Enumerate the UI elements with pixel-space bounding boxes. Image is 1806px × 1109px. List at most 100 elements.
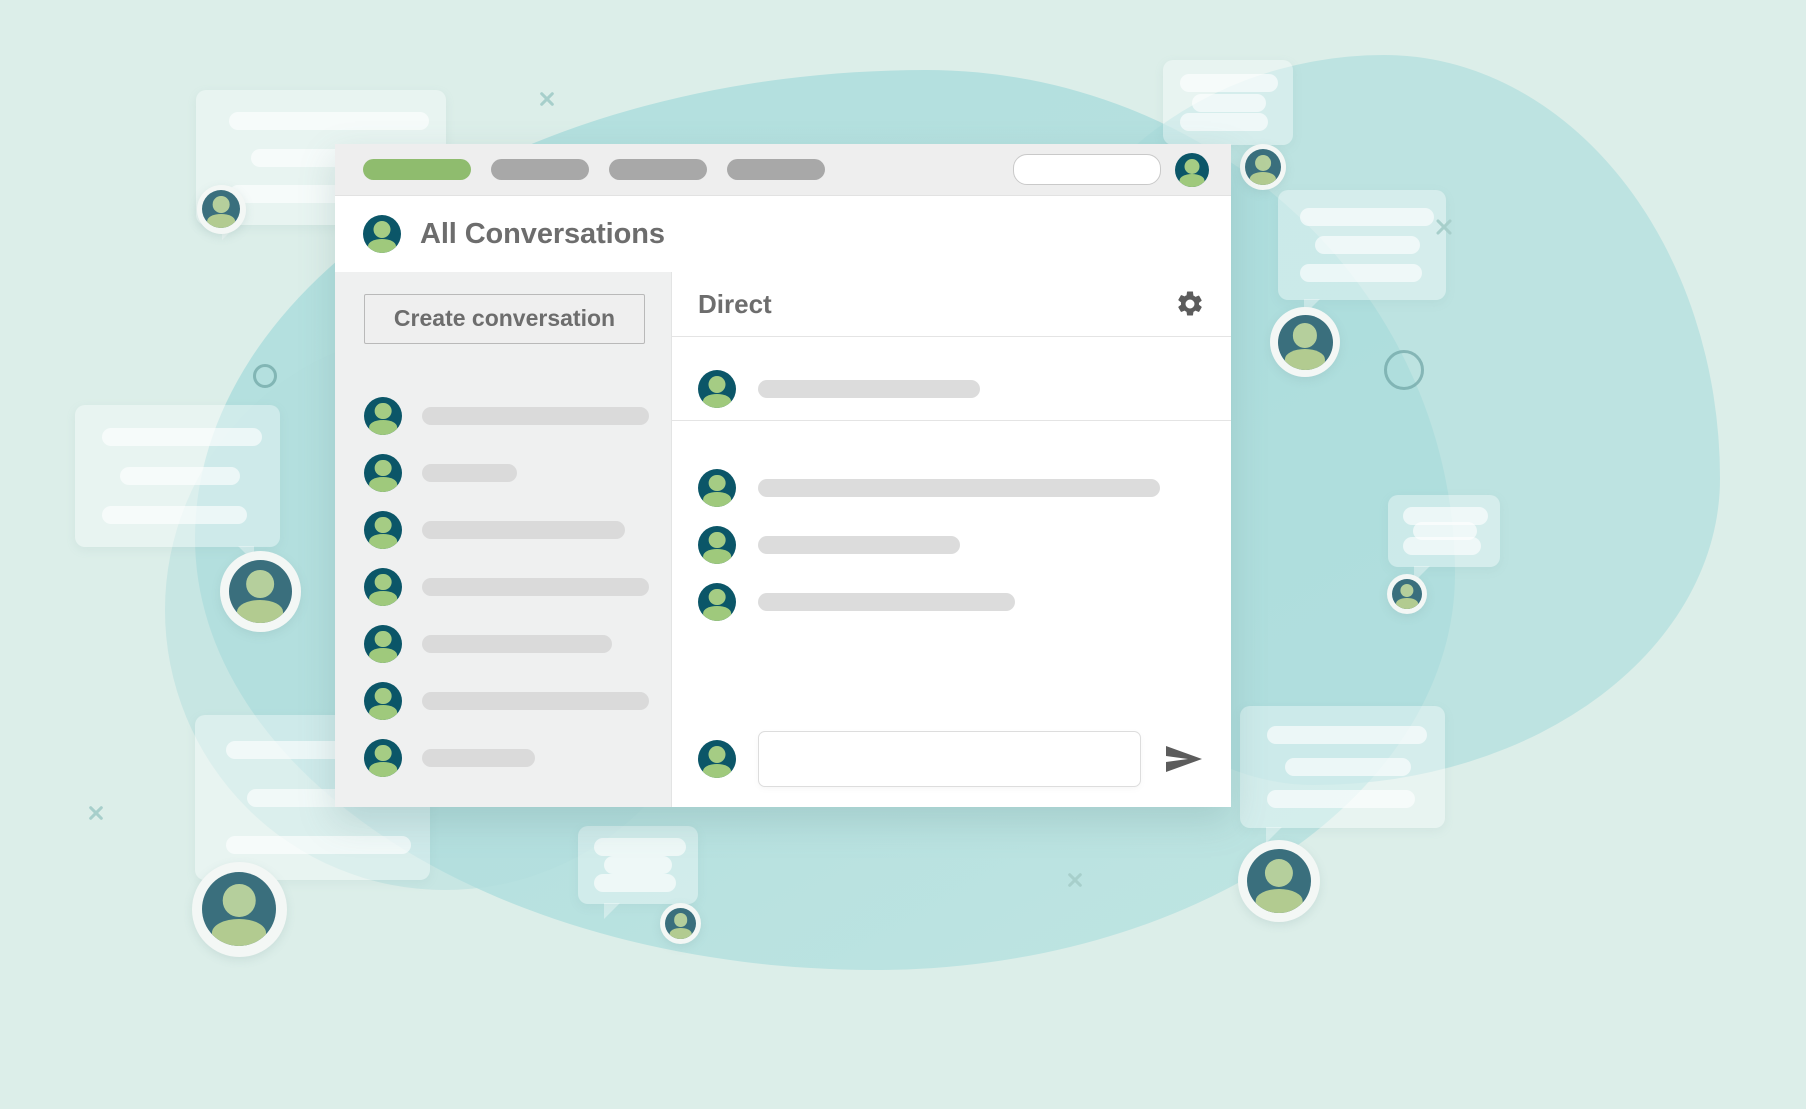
- deco-bubble-bottom-right: [1240, 706, 1445, 843]
- sidebar-item-label-placeholder: [422, 748, 535, 767]
- deco-text-line: [101, 427, 262, 446]
- mark-o-left: [253, 364, 277, 388]
- topbar-right-group: [1013, 152, 1209, 187]
- user-avatar-icon: [364, 510, 402, 549]
- nav-pill-active[interactable]: [363, 159, 471, 180]
- sidebar-conversation-item[interactable]: [335, 501, 671, 558]
- nav-pill-2[interactable]: [491, 159, 589, 180]
- user-avatar-icon: [364, 567, 402, 606]
- message-compose-bar: [672, 711, 1231, 807]
- sidebar-item-label-placeholder: [422, 406, 649, 425]
- window-topbar: [335, 144, 1231, 196]
- sidebar-item-label-placeholder: [422, 520, 625, 539]
- deco-text-line: [1299, 207, 1434, 226]
- deco-avatar-bottom-left: [192, 862, 287, 957]
- conversations-sidebar: Create conversation: [335, 272, 672, 807]
- gear-icon[interactable]: [1175, 289, 1205, 319]
- topbar-user-avatar-icon[interactable]: [1175, 152, 1209, 187]
- deco-bubble-right-upper: [1278, 190, 1446, 315]
- deco-text-line: [225, 835, 411, 854]
- conversation-name-placeholder: [758, 380, 980, 398]
- deco-avatar-right-upper: [1270, 307, 1341, 378]
- create-conversation-button[interactable]: Create conversation: [364, 294, 645, 344]
- page-title-avatar-icon: [363, 215, 401, 253]
- conversation-panel: Direct: [672, 272, 1231, 807]
- user-avatar-icon: [1392, 579, 1422, 609]
- deco-avatar-bottom-mid: [660, 903, 701, 944]
- user-avatar-icon: [364, 738, 402, 777]
- conversation-avatar-icon: [698, 370, 736, 408]
- mark-o-right: [1384, 350, 1424, 390]
- nav-pill-3[interactable]: [609, 159, 707, 180]
- user-avatar-icon: [698, 582, 736, 621]
- user-avatar-icon: [364, 396, 402, 435]
- sidebar-item-label-placeholder: [422, 577, 649, 596]
- sidebar-conversation-item[interactable]: [335, 444, 671, 501]
- deco-text-line: [101, 506, 247, 525]
- deco-bubble-bottom-mid: [578, 826, 698, 919]
- deco-text-line: [1179, 113, 1268, 132]
- mark-x-right: [1434, 217, 1454, 237]
- deco-bubble-right-mid: [1388, 495, 1500, 582]
- create-button-wrapper: Create conversation: [335, 272, 671, 344]
- user-avatar-icon: [202, 872, 277, 947]
- user-avatar-icon: [1277, 314, 1333, 370]
- page-root: All Conversations Create conversation Di…: [0, 0, 1806, 1109]
- deco-text-line: [120, 467, 241, 485]
- nav-pill-4[interactable]: [727, 159, 825, 180]
- user-avatar-icon: [698, 525, 736, 564]
- user-avatar-icon: [1246, 848, 1311, 913]
- user-avatar-icon: [1245, 149, 1282, 186]
- deco-text-line: [1285, 758, 1412, 776]
- mark-x-top: [538, 90, 556, 108]
- mark-x-left-bottom: [87, 804, 105, 822]
- deco-bubble-top-right: [1163, 60, 1293, 160]
- deco-avatar-bottom-right: [1238, 840, 1320, 922]
- page-title: All Conversations: [420, 217, 665, 250]
- message-row[interactable]: [672, 516, 1231, 573]
- sidebar-conversation-list: [335, 344, 671, 786]
- sidebar-conversation-item[interactable]: [335, 558, 671, 615]
- app-window: All Conversations Create conversation Di…: [335, 144, 1231, 807]
- mark-x-bottom: [1066, 871, 1084, 889]
- sidebar-conversation-item[interactable]: [335, 672, 671, 729]
- sidebar-item-label-placeholder: [422, 691, 649, 710]
- message-list: [672, 421, 1231, 711]
- message-text-placeholder: [758, 478, 1160, 497]
- sidebar-conversation-item[interactable]: [335, 387, 671, 444]
- deco-avatar-top-left: [197, 185, 246, 234]
- user-avatar-icon: [364, 453, 402, 492]
- sidebar-conversation-item[interactable]: [335, 729, 671, 786]
- deco-text-line: [1402, 537, 1481, 556]
- deco-text-line: [1402, 506, 1488, 525]
- deco-text-line: [228, 111, 429, 130]
- deco-text-line: [1266, 725, 1427, 744]
- deco-text-line: [1179, 73, 1278, 92]
- deco-text-line: [1412, 522, 1477, 540]
- sidebar-item-label-placeholder: [422, 634, 612, 653]
- user-avatar-icon: [665, 908, 696, 939]
- message-input[interactable]: [758, 731, 1141, 787]
- sidebar-item-label-placeholder: [422, 463, 517, 482]
- conversation-panel-title: Direct: [698, 288, 772, 319]
- deco-avatar-left-large: [220, 551, 301, 632]
- message-text-placeholder: [758, 535, 960, 554]
- compose-user-avatar-icon: [698, 740, 736, 778]
- window-body: Create conversation Direct: [335, 272, 1231, 807]
- deco-text-line: [1314, 236, 1420, 254]
- active-conversation-row[interactable]: [672, 337, 1231, 421]
- deco-text-line: [593, 838, 686, 857]
- conversation-panel-header: Direct: [672, 272, 1231, 337]
- deco-bubble-left-mid: [75, 405, 280, 562]
- message-row[interactable]: [672, 573, 1231, 630]
- deco-text-line: [1266, 790, 1415, 809]
- deco-text-line: [1191, 93, 1266, 112]
- deco-text-line: [1299, 264, 1422, 283]
- message-text-placeholder: [758, 592, 1015, 611]
- deco-text-line: [604, 856, 673, 874]
- sidebar-conversation-item[interactable]: [335, 615, 671, 672]
- message-row[interactable]: [672, 459, 1231, 516]
- user-avatar-icon: [364, 681, 402, 720]
- search-input[interactable]: [1013, 154, 1161, 185]
- send-arrow-icon[interactable]: [1163, 742, 1205, 776]
